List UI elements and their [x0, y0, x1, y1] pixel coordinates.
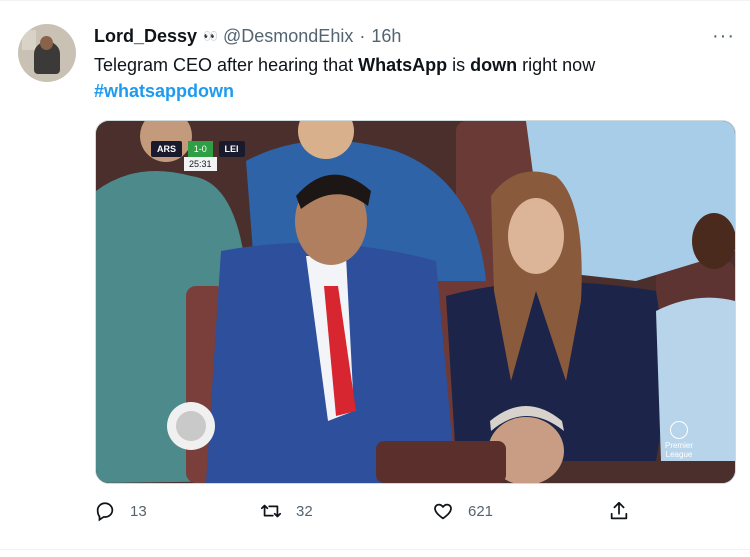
tweet-text-part: Telegram CEO after hearing that	[94, 55, 359, 75]
retweet-count: 32	[296, 502, 313, 520]
heart-icon	[434, 503, 452, 520]
like-button[interactable]: 621	[432, 500, 493, 522]
tweet-text: Telegram CEO after hearing that WhatsApp…	[94, 52, 734, 104]
divider	[0, 0, 750, 1]
share-button[interactable]	[608, 500, 630, 522]
separator-dot: ·	[359, 25, 366, 46]
tweet-header: Lord_Dessy 👀 @DesmondEhix · 16h	[94, 24, 401, 48]
reply-count: 13	[130, 502, 147, 520]
tweet-text-bold: WhatsApp	[358, 55, 448, 75]
tweet-text-part: right now	[517, 55, 596, 75]
tweet-text-bold: down	[470, 55, 518, 75]
lion-crest-icon	[669, 421, 688, 439]
tweet-media-image[interactable]: ARS 1-0 25:31 LEI Premier League	[95, 120, 736, 484]
like-count: 621	[468, 502, 494, 520]
share-icon	[610, 501, 628, 520]
away-team: LEI	[218, 141, 245, 157]
match-clock: 25:31	[184, 157, 217, 171]
reply-icon	[96, 502, 114, 522]
tweet-text-part: is	[447, 55, 471, 75]
reply-button[interactable]: 13	[94, 500, 147, 522]
retweet-button[interactable]: 32	[260, 500, 313, 522]
premier-league-watermark: Premier League	[665, 421, 693, 459]
stadium-photo	[96, 121, 735, 483]
hashtag-link[interactable]: #whatsappdown	[94, 81, 234, 101]
eyes-emoji: 👀	[203, 29, 218, 43]
timestamp[interactable]: 16h	[371, 26, 401, 47]
tweet-card: Lord_Dessy 👀 @DesmondEhix · 16h ··· Tele…	[0, 0, 750, 557]
match-score: 1-0	[187, 141, 213, 157]
user-handle[interactable]: @DesmondEhix	[223, 26, 353, 47]
more-options-button[interactable]: ···	[712, 26, 735, 46]
tweet-actions: 13 32 621	[94, 500, 654, 528]
watermark-line: League	[665, 450, 693, 459]
scoreboard-overlay: ARS 1-0 25:31 LEI	[151, 141, 245, 171]
retweet-icon	[260, 504, 282, 518]
avatar[interactable]	[18, 24, 76, 82]
watermark-line: Premier	[664, 441, 693, 450]
divider	[0, 549, 750, 550]
display-name[interactable]: Lord_Dessy	[94, 26, 197, 47]
home-team: ARS	[151, 141, 183, 157]
